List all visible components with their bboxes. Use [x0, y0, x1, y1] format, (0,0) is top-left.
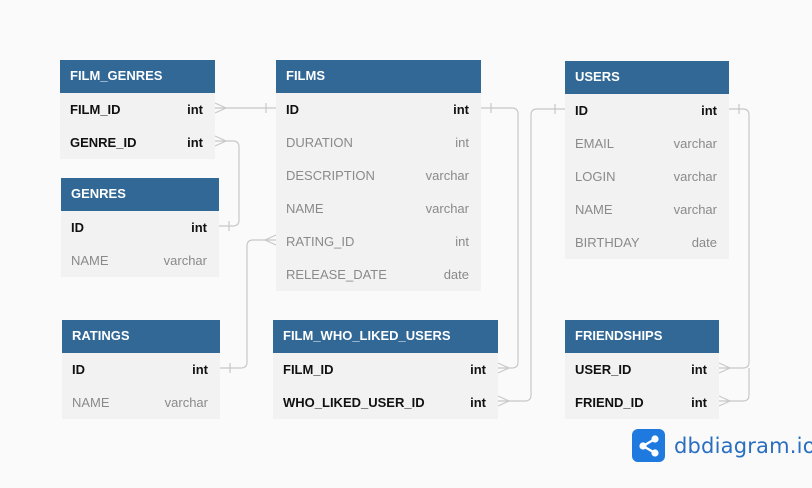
- column-name: RELEASE_DATE: [286, 267, 387, 282]
- column-name: USER_ID: [575, 362, 632, 377]
- column-name: WHO_LIKED_USER_ID: [283, 395, 425, 410]
- column-name: NAME: [286, 201, 324, 216]
- column-type: int: [470, 362, 486, 377]
- table-friendships[interactable]: FRIENDSHIPS USER_ID int FRIEND_ID int: [565, 320, 719, 419]
- table-header: USERS: [565, 61, 729, 94]
- relation-friendships-friend: [719, 368, 750, 402]
- column-name: LOGIN: [575, 169, 616, 184]
- table-column: LOGIN varchar: [565, 160, 729, 193]
- column-type: int: [470, 395, 486, 410]
- column-name: EMAIL: [575, 136, 615, 151]
- column-name: NAME: [72, 395, 110, 410]
- table-users[interactable]: USERS ID int EMAIL varchar LOGIN varchar NA…: [565, 61, 729, 259]
- table-header: FILM_GENRES: [60, 60, 215, 93]
- table-header: FRIENDSHIPS: [565, 320, 719, 353]
- table-column: NAME varchar: [62, 386, 220, 419]
- column-type: int: [187, 102, 203, 117]
- dbdiagram-logo[interactable]: dbdiagram.io: [632, 429, 812, 462]
- table-column: FILM_ID int: [60, 93, 215, 126]
- table-column: NAME varchar: [565, 193, 729, 226]
- relation-likes-users: [498, 108, 565, 402]
- logo-text: dbdiagram.io: [674, 433, 812, 458]
- share-nodes-icon: [632, 429, 665, 462]
- table-column: RATING_ID int: [276, 225, 481, 258]
- column-type: varchar: [673, 169, 717, 184]
- table-film-who-liked-users[interactable]: FILM_WHO_LIKED_USERS FILM_ID int WHO_LIKE…: [273, 320, 498, 419]
- table-column: FILM_ID int: [273, 353, 498, 386]
- column-name: ID: [575, 103, 588, 118]
- table-column: GENRE_ID int: [60, 126, 215, 159]
- column-type: varchar: [163, 253, 207, 268]
- column-name: ID: [72, 362, 85, 377]
- table-header: GENRES: [61, 178, 219, 211]
- column-name: ID: [71, 220, 84, 235]
- table-column: ID int: [276, 93, 481, 126]
- column-name: DESCRIPTION: [286, 168, 375, 183]
- column-type: int: [691, 362, 707, 377]
- table-column: ID int: [61, 211, 219, 244]
- column-type: int: [691, 395, 707, 410]
- column-name: GENRE_ID: [70, 135, 137, 150]
- table-header: RATINGS: [62, 320, 220, 353]
- table-column: NAME varchar: [276, 192, 481, 225]
- table-column: BIRTHDAY date: [565, 226, 729, 259]
- column-type: int: [453, 102, 469, 117]
- column-type: date: [443, 267, 469, 282]
- column-type: int: [191, 220, 207, 235]
- column-type: varchar: [673, 136, 717, 151]
- column-type: int: [192, 362, 208, 377]
- column-type: int: [455, 234, 469, 249]
- column-type: varchar: [425, 168, 469, 183]
- table-column: DURATION int: [276, 126, 481, 159]
- column-name: BIRTHDAY: [575, 235, 640, 250]
- column-type: varchar: [673, 202, 717, 217]
- table-column: RELEASE_DATE date: [276, 258, 481, 291]
- table-film-genres[interactable]: FILM_GENRES FILM_ID int GENRE_ID int: [60, 60, 215, 159]
- table-header: FILMS: [276, 60, 481, 93]
- column-type: int: [187, 135, 203, 150]
- column-type: varchar: [164, 395, 208, 410]
- table-films[interactable]: FILMS ID int DURATION int DESCRIPTION varch…: [276, 60, 481, 291]
- table-column: ID int: [62, 353, 220, 386]
- column-type: int: [455, 135, 469, 150]
- column-name: NAME: [71, 253, 109, 268]
- column-name: FRIEND_ID: [575, 395, 644, 410]
- column-name: FILM_ID: [70, 102, 121, 117]
- column-name: FILM_ID: [283, 362, 334, 377]
- column-type: varchar: [425, 201, 469, 216]
- table-column: EMAIL varchar: [565, 127, 729, 160]
- table-column: ID int: [565, 94, 729, 127]
- column-name: RATING_ID: [286, 234, 355, 249]
- column-name: NAME: [575, 202, 613, 217]
- table-ratings[interactable]: RATINGS ID int NAME varchar: [62, 320, 220, 419]
- table-genres[interactable]: GENRES ID int NAME varchar: [61, 178, 219, 277]
- table-column: NAME varchar: [61, 244, 219, 277]
- column-name: DURATION: [286, 135, 353, 150]
- column-type: date: [691, 235, 717, 250]
- column-type: int: [701, 103, 717, 118]
- table-column: DESCRIPTION varchar: [276, 159, 481, 192]
- column-name: ID: [286, 102, 299, 117]
- relation-films-ratings: [220, 239, 276, 369]
- table-column: WHO_LIKED_USER_ID int: [273, 386, 498, 419]
- table-column: USER_ID int: [565, 353, 719, 386]
- table-column: FRIEND_ID int: [565, 386, 719, 419]
- table-header: FILM_WHO_LIKED_USERS: [273, 320, 498, 353]
